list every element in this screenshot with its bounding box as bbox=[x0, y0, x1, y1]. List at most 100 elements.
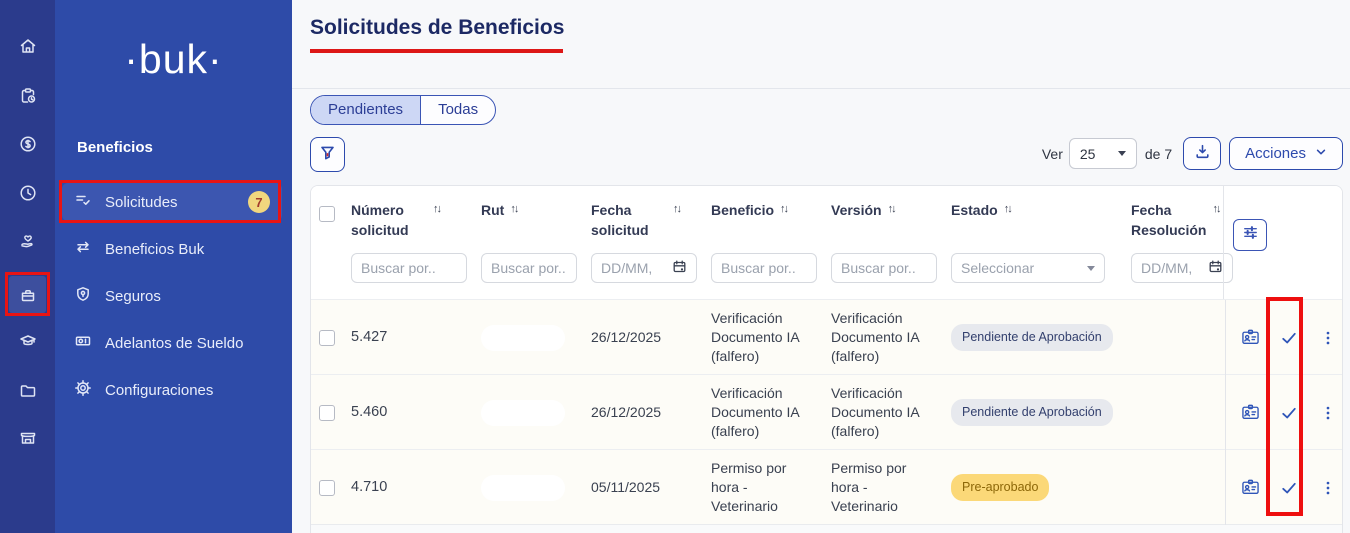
sidebar: ·buk· Beneficios Solicitudes 7 Beneficio… bbox=[55, 0, 292, 533]
beneficio-cell: Verificación Documento IA (falfero) bbox=[711, 309, 831, 366]
fecha-res-filter-input[interactable]: DD/MM, bbox=[1131, 253, 1233, 283]
numero-cell: 5.427 bbox=[351, 328, 481, 348]
ver-label: Ver bbox=[1042, 146, 1063, 162]
numero-filter-input[interactable] bbox=[351, 253, 467, 283]
id-card-icon[interactable] bbox=[1239, 477, 1261, 499]
row-checkbox[interactable] bbox=[319, 480, 335, 496]
column-settings-button[interactable] bbox=[1233, 219, 1267, 251]
version-cell: Permiso por hora - Veterinario bbox=[831, 459, 951, 516]
sort-icon[interactable]: ↑↓ bbox=[780, 202, 787, 218]
sidebar-item-label: Beneficios Buk bbox=[105, 241, 204, 258]
version-filter-input[interactable] bbox=[831, 253, 937, 283]
table-row[interactable]: 4.710 05/11/2025 Permiso por hora - Vete… bbox=[311, 449, 1342, 524]
estado-cell: Pendiente de Aprobación bbox=[951, 324, 1131, 351]
sort-icon[interactable]: ↑↓ bbox=[510, 202, 517, 218]
fecha-filter-input[interactable]: DD/MM, bbox=[591, 253, 697, 283]
sidebar-item-solicitudes[interactable]: Solicitudes 7 bbox=[62, 183, 282, 221]
sidebar-section-title: Beneficios bbox=[77, 139, 153, 156]
sidebar-item-configuraciones[interactable]: Configuraciones bbox=[62, 371, 282, 409]
version-cell: Verificación Documento IA (falfero) bbox=[831, 384, 951, 441]
rut-filter-input[interactable] bbox=[481, 253, 577, 283]
sort-icon[interactable]: ↑↓ bbox=[673, 202, 680, 218]
column-header-estado: Estado bbox=[951, 200, 998, 220]
fecha-cell: 05/11/2025 bbox=[591, 478, 711, 497]
acciones-label: Acciones bbox=[1245, 145, 1306, 162]
rut-cell bbox=[481, 475, 591, 501]
dots-vertical-icon[interactable] bbox=[1317, 402, 1339, 424]
tab-todas[interactable]: Todas bbox=[421, 96, 495, 124]
toolbar-right: Ver 25 de 7 Acciones bbox=[1042, 137, 1343, 170]
table-header: Número solicitud↑↓ Rut↑↓ Fecha solicitud… bbox=[311, 186, 1342, 299]
status-badge: Pre-aprobado bbox=[951, 474, 1049, 501]
tab-pendientes[interactable]: Pendientes bbox=[311, 96, 421, 124]
redacted-rut bbox=[481, 400, 565, 426]
download-icon bbox=[1194, 143, 1211, 165]
approve-check-icon[interactable] bbox=[1278, 327, 1300, 349]
row-actions bbox=[1225, 300, 1342, 375]
total-count-label: de 7 bbox=[1145, 146, 1172, 162]
sidebar-item-label: Solicitudes bbox=[105, 194, 178, 211]
download-button[interactable] bbox=[1183, 137, 1221, 170]
rut-cell bbox=[481, 400, 591, 426]
column-header-version: Versión bbox=[831, 200, 882, 220]
briefcase-icon[interactable] bbox=[17, 284, 39, 306]
approve-check-icon[interactable] bbox=[1278, 402, 1300, 424]
numero-cell: 5.460 bbox=[351, 403, 481, 423]
beneficio-cell: Verificación Documento IA (falfero) bbox=[711, 384, 831, 441]
select-all-checkbox[interactable] bbox=[319, 206, 335, 222]
calendar-icon bbox=[1208, 259, 1223, 277]
approve-check-icon[interactable] bbox=[1278, 477, 1300, 499]
row-checkbox[interactable] bbox=[319, 405, 335, 421]
sidebar-item-label: Seguros bbox=[105, 288, 161, 305]
column-header-fecha-res: Fecha Resolución bbox=[1131, 200, 1206, 241]
estado-filter-select[interactable]: Seleccionar bbox=[951, 253, 1105, 283]
graduation-icon[interactable] bbox=[17, 330, 39, 352]
redacted-rut bbox=[481, 475, 565, 501]
id-card-icon[interactable] bbox=[1239, 327, 1261, 349]
beneficio-filter-input[interactable] bbox=[711, 253, 817, 283]
list-check-icon bbox=[74, 191, 92, 213]
solicitudes-table: Número solicitud↑↓ Rut↑↓ Fecha solicitud… bbox=[310, 185, 1343, 533]
gear-icon bbox=[74, 379, 92, 401]
sidebar-item-adelantos[interactable]: Adelantos de Sueldo bbox=[62, 324, 282, 362]
icon-rail bbox=[0, 0, 55, 533]
sidebar-item-beneficios-buk[interactable]: Beneficios Buk bbox=[62, 230, 282, 268]
table-row[interactable]: 5.427 26/12/2025 Verificación Documento … bbox=[311, 299, 1342, 374]
sort-icon[interactable]: ↑↓ bbox=[888, 202, 895, 218]
clipboard-clock-icon[interactable] bbox=[17, 85, 39, 107]
sort-icon[interactable]: ↑↓ bbox=[1212, 202, 1219, 218]
rut-cell bbox=[481, 325, 591, 351]
main-content: Solicitudes de Beneficios Pendientes Tod… bbox=[292, 0, 1350, 533]
sidebar-item-seguros[interactable]: Seguros bbox=[62, 277, 282, 315]
swap-arrows-icon bbox=[74, 238, 92, 260]
dots-vertical-icon[interactable] bbox=[1317, 477, 1339, 499]
header-divider bbox=[292, 88, 1350, 89]
fecha-cell: 26/12/2025 bbox=[591, 403, 711, 422]
filter-button[interactable] bbox=[310, 137, 345, 172]
folder-icon[interactable] bbox=[17, 380, 39, 402]
chevron-down-icon bbox=[1118, 151, 1126, 156]
acciones-button[interactable]: Acciones bbox=[1229, 137, 1343, 170]
column-header-rut: Rut bbox=[481, 200, 504, 220]
dots-vertical-icon[interactable] bbox=[1317, 327, 1339, 349]
buk-logo: ·buk· bbox=[55, 36, 292, 83]
chevron-down-icon bbox=[1315, 145, 1327, 162]
column-header-fecha: Fecha solicitud bbox=[591, 200, 667, 241]
redacted-rut bbox=[481, 325, 565, 351]
page-size-select[interactable]: 25 bbox=[1069, 138, 1137, 169]
dollar-icon[interactable] bbox=[17, 133, 39, 155]
table-row[interactable]: 5.460 26/12/2025 Verificación Documento … bbox=[311, 374, 1342, 449]
hand-heart-icon[interactable] bbox=[17, 230, 39, 252]
home-icon[interactable] bbox=[17, 35, 39, 57]
sidebar-item-label: Configuraciones bbox=[105, 382, 213, 399]
app-window: ·buk· Beneficios Solicitudes 7 Beneficio… bbox=[0, 0, 1350, 533]
id-card-icon[interactable] bbox=[1239, 402, 1261, 424]
row-checkbox[interactable] bbox=[319, 330, 335, 346]
row-actions bbox=[1225, 375, 1342, 450]
page-size-value: 25 bbox=[1080, 146, 1096, 162]
status-badge: Pendiente de Aprobación bbox=[951, 324, 1113, 351]
sort-icon[interactable]: ↑↓ bbox=[1004, 202, 1011, 218]
sort-icon[interactable]: ↑↓ bbox=[433, 202, 440, 218]
storefront-icon[interactable] bbox=[17, 427, 39, 449]
clock-icon[interactable] bbox=[17, 182, 39, 204]
